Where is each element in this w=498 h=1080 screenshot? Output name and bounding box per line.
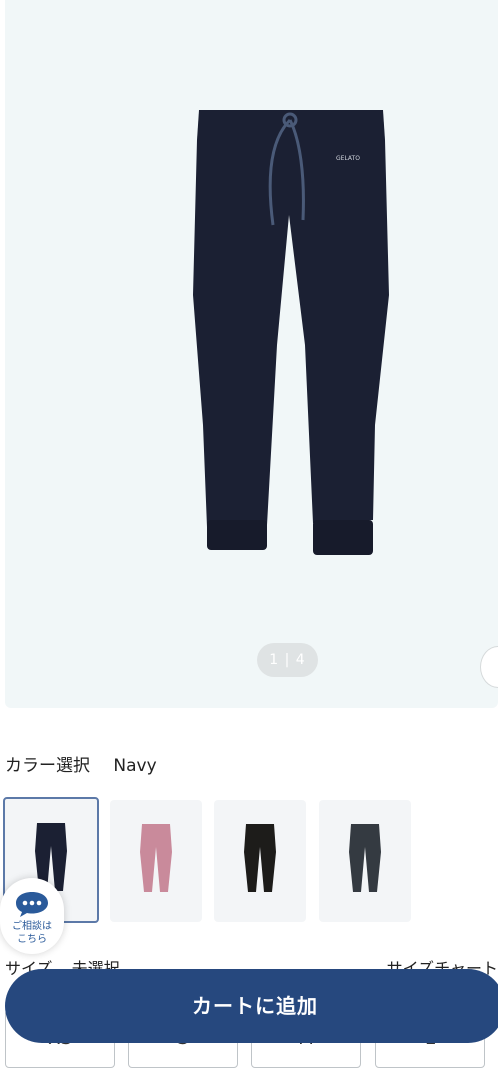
chat-consult-button[interactable]: ご相談は こちら (0, 878, 64, 954)
image-pager: 1 | 4 (257, 643, 318, 677)
swatch-black-image (244, 824, 276, 892)
add-to-cart-button[interactable]: カートに追加 (5, 969, 498, 1043)
product-image: GELATO (193, 110, 389, 555)
brand-tag: GELATO (336, 155, 360, 162)
swatch-pink-image (140, 824, 172, 892)
chat-bubble-icon (16, 892, 48, 917)
color-swatch-black[interactable] (214, 800, 306, 922)
color-swatch-charcoal[interactable] (319, 800, 411, 922)
color-select-value: Navy (113, 756, 157, 776)
product-image-carousel[interactable]: GELATO 1 | 4 (5, 0, 498, 708)
color-select-row: カラー選択 Navy (5, 751, 157, 776)
chat-label: ご相談は こちら (12, 921, 52, 945)
swatch-charcoal-image (349, 824, 381, 892)
next-image-button[interactable] (480, 646, 498, 688)
color-select-label: カラー選択 (5, 756, 90, 776)
color-swatch-pink[interactable] (110, 800, 202, 922)
